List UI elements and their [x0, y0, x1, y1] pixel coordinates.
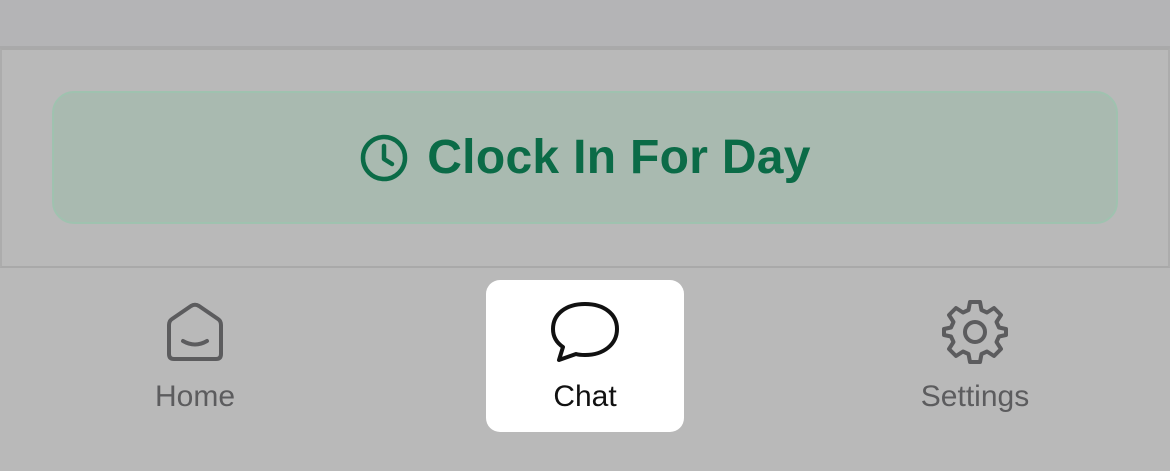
clock-icon	[359, 133, 409, 183]
top-strip	[0, 0, 1170, 48]
tab-settings-label: Settings	[920, 380, 1030, 413]
bottom-tab-bar: Home Chat Settings	[0, 268, 1170, 471]
tab-home-label: Home	[154, 380, 236, 413]
gear-icon	[939, 296, 1011, 368]
tab-chat-label: Chat	[553, 380, 617, 413]
clock-in-button[interactable]: Clock In For Day	[52, 91, 1118, 224]
tab-chat[interactable]: Chat	[486, 280, 684, 432]
chat-bubble-icon	[549, 296, 621, 368]
home-icon	[159, 296, 231, 368]
clock-in-label: Clock In For Day	[427, 131, 811, 184]
tab-settings[interactable]: Settings	[876, 280, 1074, 432]
tab-home[interactable]: Home	[96, 280, 294, 432]
